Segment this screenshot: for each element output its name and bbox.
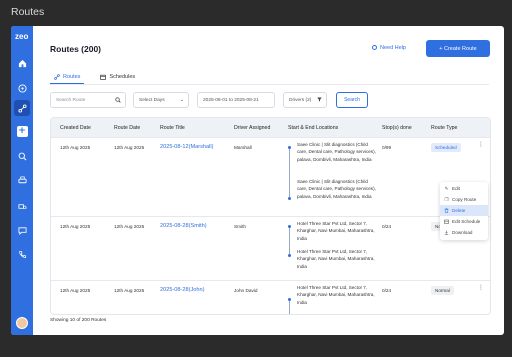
more-options-icon[interactable]: ⋮	[478, 285, 484, 291]
add-icon[interactable]: +	[16, 126, 28, 137]
app-logo: zeo	[15, 32, 29, 41]
stops-done: 0/24	[382, 288, 392, 293]
end-dot	[288, 197, 291, 200]
printer-icon[interactable]	[16, 174, 28, 186]
created-date: 12th Aug 2025	[60, 288, 91, 293]
route-icon[interactable]	[14, 100, 30, 116]
menu-item-delete[interactable]: Delete	[440, 205, 488, 216]
compass-icon[interactable]	[16, 82, 28, 94]
tab-divider	[50, 84, 489, 85]
search-icon	[115, 97, 121, 105]
search-button[interactable]: Search	[336, 92, 368, 108]
start-location: Saee Clinic | Slit diagnostics (Child ca…	[297, 142, 376, 162]
table-header: Created Date Route Date Route Title Driv…	[51, 118, 490, 137]
date-range-value: 2025-08-01 to 2025-08-21	[203, 97, 259, 103]
table-row[interactable]: 12th Aug 2025 12th Aug 2025 2025-08-12(M…	[51, 137, 490, 216]
col-route-type: Route Type	[431, 125, 458, 131]
route-line	[289, 228, 290, 257]
route-title-link[interactable]: 2025-08-12(Marshall)	[160, 144, 213, 151]
driver-name: Smith	[234, 224, 246, 229]
menu-item-download[interactable]: Download	[440, 227, 488, 238]
route-date: 12th Aug 2025	[114, 224, 145, 229]
tab-schedules[interactable]: Schedules	[96, 70, 139, 84]
create-route-button[interactable]: + Create Route	[426, 40, 490, 57]
menu-item-edit[interactable]: ✎ Edit	[440, 183, 488, 194]
route-line	[289, 301, 290, 314]
route-line	[289, 149, 290, 197]
filter-icon	[317, 97, 322, 104]
tab-routes[interactable]: Routes	[50, 70, 85, 84]
menu-item-label: Delete	[452, 208, 466, 213]
date-range-field[interactable]: 2025-08-01 to 2025-08-21	[197, 92, 275, 108]
row-actions-menu: ✎ Edit ❐ Copy Route Delete Edit Schedule	[440, 182, 488, 240]
menu-item-label: Download	[452, 230, 473, 235]
end-dot	[288, 254, 291, 257]
tab-schedules-label: Schedules	[109, 74, 136, 80]
route-date: 12th Aug 2025	[114, 145, 145, 150]
col-locations: Start & End Locations	[288, 125, 339, 131]
search-route-placeholder: Search Route	[56, 97, 86, 103]
driver-name: John David	[234, 288, 258, 293]
pencil-icon: ✎	[444, 185, 449, 191]
main-content: Routes (200) Need Help + Create Route Ro…	[33, 26, 504, 335]
created-date: 12th Aug 2025	[60, 224, 91, 229]
menu-item-copy-route[interactable]: ❐ Copy Route	[440, 194, 488, 205]
tabs: Routes Schedules	[50, 70, 139, 84]
chat-icon[interactable]	[16, 224, 28, 236]
more-options-icon[interactable]: ⋮	[478, 142, 484, 148]
menu-item-label: Copy Route	[452, 197, 477, 202]
route-type-badge: Normal	[431, 286, 454, 295]
search-route-input[interactable]: Search Route	[50, 92, 126, 108]
route-type-badge: Scheduled	[431, 143, 461, 152]
table-row[interactable]: 12th Aug 2025 12th Aug 2025 2025-08-28(J…	[51, 280, 490, 314]
col-stops: Stop(s) done	[382, 125, 412, 131]
page-title: Routes (200)	[50, 44, 102, 54]
col-route-title: Route Title	[160, 125, 185, 131]
stops-done: 0/99	[382, 145, 392, 150]
help-icon	[372, 45, 377, 50]
start-location: Hotel Three Star Pvt Ltd, Sector 7, Khar…	[297, 221, 375, 241]
menu-item-edit-schedule[interactable]: Edit Schedule	[440, 216, 488, 227]
stops-done: 0/24	[382, 224, 392, 229]
col-route-date: Route Date	[114, 125, 141, 131]
calendar-icon	[100, 74, 107, 80]
select-days-label: Select Days	[139, 97, 165, 103]
table-row[interactable]: 12th Aug 2025 12th Aug 2025 2025-08-28(S…	[51, 216, 490, 280]
pagination-summary: Showing 10 of 200 Routes	[50, 318, 107, 323]
calendar-edit-icon	[444, 219, 449, 224]
need-help-link[interactable]: Need Help	[372, 45, 406, 51]
need-help-label: Need Help	[380, 45, 406, 51]
copy-icon: ❐	[444, 196, 449, 202]
search-icon[interactable]	[16, 150, 28, 162]
trash-icon	[444, 208, 449, 213]
driver-name: Marshall	[234, 145, 252, 150]
avatar[interactable]	[16, 317, 28, 329]
home-icon[interactable]	[16, 57, 28, 69]
route-date: 12th Aug 2025	[114, 288, 145, 293]
route-title-link[interactable]: 2025-08-28(John)	[160, 287, 204, 294]
start-location: Hotel Three Star Pvt Ltd, Sector 7, Khar…	[297, 285, 375, 305]
col-driver: Driver Assigned	[234, 125, 271, 131]
download-icon	[444, 230, 449, 235]
drivers-filter[interactable]: Drivers (2)	[283, 92, 327, 108]
app-window: zeo + Routes (200) Need Help + Create Ro…	[11, 26, 504, 335]
col-created-date: Created Date	[60, 125, 91, 131]
route-icon	[54, 73, 60, 80]
tab-routes-label: Routes	[63, 73, 81, 80]
sidebar: zeo +	[11, 26, 33, 335]
end-location: Hotel Three Star Pvt Ltd, Sector 7, Khar…	[297, 249, 375, 269]
menu-item-label: Edit Schedule	[452, 219, 481, 224]
chevron-down-icon: ⌄	[179, 97, 184, 103]
routes-table: Created Date Route Date Route Title Driv…	[50, 117, 491, 315]
route-title-link[interactable]: 2025-08-28(Smith)	[160, 223, 207, 230]
end-location: Saee Clinic | Slit diagnostics (Child ca…	[297, 179, 376, 199]
menu-item-label: Edit	[452, 186, 460, 191]
created-date: 12th Aug 2025	[60, 145, 91, 150]
select-days-dropdown[interactable]: Select Days ⌄	[133, 92, 189, 108]
window-title: Routes	[11, 6, 45, 18]
phone-icon[interactable]	[16, 248, 28, 260]
drivers-filter-label: Drivers (2)	[289, 97, 312, 103]
truck-icon[interactable]	[16, 200, 28, 212]
